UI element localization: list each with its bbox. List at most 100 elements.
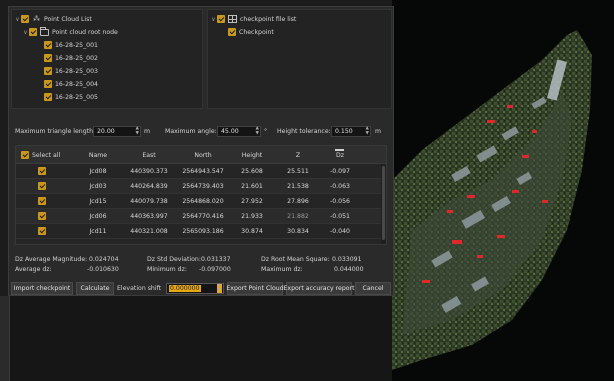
checkpoint-table: Select all Name East North Height Z Dz J…: [15, 145, 387, 245]
cell-height: 25.608: [241, 168, 263, 175]
height-tolerance-input[interactable]: 0.150 ▲ ▼: [331, 126, 371, 137]
cell-dz: -0.063: [330, 183, 350, 190]
max-triangle-length-label: Maximum triangle length:: [15, 128, 96, 135]
row-checkbox[interactable]: [38, 227, 46, 235]
avg-magnitude-label: Dz Average Magnitude:: [15, 256, 88, 263]
table-header: Select all Name East North Height Z Dz: [16, 146, 386, 164]
action-bar: Import checkpoint Calculate Elevation sh…: [9, 282, 395, 296]
spin-arrows-icon[interactable]: ▲ ▼: [216, 283, 222, 293]
item-label: 16-28-25_003: [55, 67, 98, 75]
select-all-checkbox[interactable]: [21, 151, 29, 159]
point-cloud-list-checkbox[interactable]: [21, 15, 29, 23]
point-cloud-list-node[interactable]: ∨ ⁂ Point Cloud List: [14, 14, 92, 24]
item-checkbox[interactable]: [44, 67, 52, 75]
table-row[interactable]: Jcd15 440079.738 2564868.020 27.952 27.8…: [16, 194, 382, 209]
table-icon: [228, 15, 237, 23]
root-node-checkbox[interactable]: [29, 28, 37, 36]
point-cloud-item[interactable]: 16-28-25_004: [44, 79, 98, 89]
avg-magnitude-value: 0.024704: [89, 256, 119, 263]
column-header-name[interactable]: Name: [78, 152, 118, 159]
cell-north: 2564739.403: [182, 183, 224, 190]
cell-north: 2565093.186: [182, 228, 224, 235]
max-triangle-length-input[interactable]: 20.00 ▲ ▼: [93, 126, 141, 137]
cancel-button[interactable]: Cancel: [355, 282, 391, 295]
root-node[interactable]: ∨ Point cloud root node: [22, 26, 118, 37]
spin-arrows-icon[interactable]: ▲ ▼: [136, 126, 139, 136]
table-row[interactable]: Jcd11 440321.008 2565093.186 30.874 30.8…: [16, 224, 382, 239]
row-checkbox[interactable]: [38, 197, 46, 205]
cell-height: 27.952: [241, 198, 263, 205]
cell-east: 440079.738: [130, 198, 168, 205]
std-dev-value: 0.031337: [201, 256, 231, 263]
rms-label: Dz Root Mean Square:: [261, 256, 330, 263]
select-all-label: Select all: [32, 151, 61, 159]
column-header-east[interactable]: East: [124, 152, 174, 159]
checkpoint-label: Checkpoint: [239, 28, 274, 36]
cell-z: 25.511: [287, 168, 309, 175]
avg-dz-label: Average dz:: [15, 266, 52, 273]
sort-indicator-icon: [335, 149, 344, 151]
cell-name: Jcd03: [89, 183, 107, 190]
spin-arrows-icon[interactable]: ▲ ▼: [256, 126, 259, 136]
cell-z: 30.834: [287, 228, 309, 235]
point-cloud-item[interactable]: 16-28-25_002: [44, 53, 98, 63]
row-checkbox[interactable]: [38, 212, 46, 220]
accuracy-check-dialog: ∨ ⁂ Point Cloud List ∨ Point cloud root …: [8, 6, 394, 296]
chevron-down-icon[interactable]: ∨: [210, 16, 217, 23]
column-header-z[interactable]: Z: [276, 152, 320, 159]
point-cloud-viewport[interactable]: [392, 0, 614, 381]
elevation-shift-input[interactable]: 0.000000 ▲ ▼: [166, 283, 224, 294]
point-cloud-item[interactable]: 16-28-25_003: [44, 66, 98, 76]
column-header-north[interactable]: North: [174, 152, 232, 159]
scrollbar-thumb[interactable]: [382, 166, 385, 240]
item-label: 16-28-25_004: [55, 80, 98, 88]
import-checkpoint-button[interactable]: Import checkpoint: [11, 282, 73, 295]
std-dev-label: Dz Std Deviation:: [147, 256, 201, 263]
point-cloud-list-label: Point Cloud List: [44, 15, 92, 23]
max-angle-unit: °: [264, 128, 268, 135]
cell-east: 440321.008: [130, 228, 168, 235]
row-checkbox[interactable]: [38, 182, 46, 190]
cell-height: 21.601: [241, 183, 263, 190]
cell-name: Jcd11: [89, 228, 107, 235]
chevron-down-icon[interactable]: ∨: [14, 16, 21, 23]
table-row[interactable]: Jcd08 440390.373 2564943.547 25.608 25.5…: [16, 164, 382, 179]
avg-dz-value: -0.010630: [87, 266, 119, 273]
cell-east: 440264.839: [130, 183, 168, 190]
point-cloud-item[interactable]: 16-28-25_001: [44, 40, 98, 50]
row-checkbox[interactable]: [38, 167, 46, 175]
table-body: Jcd08 440390.373 2564943.547 25.608 25.5…: [16, 164, 382, 244]
checkpoint-list-checkbox[interactable]: [217, 15, 225, 23]
item-checkbox[interactable]: [44, 93, 52, 101]
max-triangle-length-value: 20.00: [97, 128, 115, 135]
export-accuracy-report-button[interactable]: Export accuracy report: [284, 282, 355, 295]
chevron-down-icon[interactable]: ∨: [22, 29, 29, 36]
calculate-button[interactable]: Calculate: [76, 282, 114, 295]
max-dz-value: 0.044000: [334, 266, 364, 273]
item-checkbox[interactable]: [44, 41, 52, 49]
point-cloud-render: [392, 30, 592, 370]
column-header-dz[interactable]: Dz: [320, 152, 360, 159]
height-tolerance-label: Height tolerance:: [277, 128, 331, 135]
cloud-icon: ⁂: [33, 15, 40, 23]
spin-arrows-icon[interactable]: ▲ ▼: [366, 126, 369, 136]
cell-height: 30.874: [241, 228, 263, 235]
cell-height: 21.933: [241, 213, 263, 220]
elevation-shift-label: Elevation shift: [117, 285, 162, 292]
table-row[interactable]: Jcd03 440264.839 2564739.403 21.601 21.5…: [16, 179, 382, 194]
item-checkbox[interactable]: [44, 54, 52, 62]
height-tolerance-value: 0.150: [335, 128, 353, 135]
checkpoint-item[interactable]: Checkpoint: [228, 27, 274, 37]
table-scrollbar[interactable]: [381, 164, 386, 244]
height-tolerance-unit: m: [375, 128, 382, 135]
export-point-cloud-button[interactable]: Export Point Cloud: [226, 282, 284, 295]
item-checkbox[interactable]: [44, 80, 52, 88]
point-cloud-item[interactable]: 16-28-25_005: [44, 92, 98, 102]
table-row[interactable]: Jcd06 440363.997 2564770.416 21.933 21.8…: [16, 209, 382, 224]
column-header-height[interactable]: Height: [230, 152, 274, 159]
select-all-toggle[interactable]: Select all: [21, 150, 60, 160]
max-angle-input[interactable]: 45.00 ▲ ▼: [217, 126, 261, 137]
item-label: 16-28-25_002: [55, 54, 98, 62]
checkpoint-list-node[interactable]: ∨ checkpoint file list: [210, 14, 296, 24]
checkpoint-checkbox[interactable]: [228, 28, 236, 36]
